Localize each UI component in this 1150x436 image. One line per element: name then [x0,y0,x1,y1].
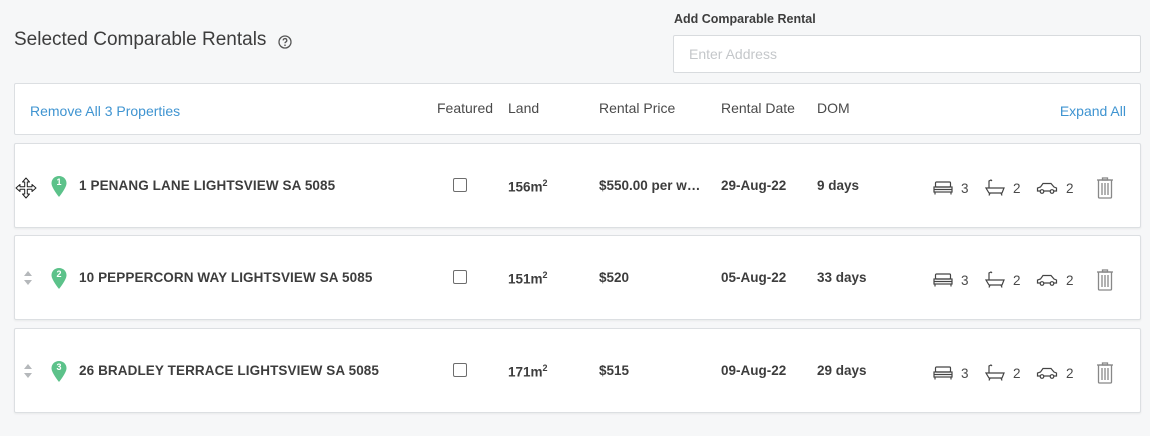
drag-handle-icon[interactable] [22,363,34,379]
car-spaces: 2 [1036,269,1074,291]
column-header-rental-price[interactable]: Rental Price [599,100,675,116]
trash-icon[interactable] [1096,362,1114,384]
map-marker-icon: 3 [50,360,68,384]
trash-icon[interactable] [1096,269,1114,291]
bath-icon [985,271,1005,288]
trash-icon[interactable] [1096,177,1114,199]
bedrooms: 3 [933,269,969,291]
car-spaces: 2 [1036,362,1074,384]
table-row[interactable]: 2 10 PEPPERCORN WAY LIGHTSVIEW SA 5085 1… [14,235,1141,320]
table-header: Remove All 3 Properties Featured Land Re… [14,83,1141,135]
bedrooms: 3 [933,177,969,199]
add-rental-label: Add Comparable Rental [674,12,816,26]
bathrooms: 2 [985,177,1021,199]
table-row[interactable]: 3 26 BRADLEY TERRACE LIGHTSVIEW SA 5085 … [14,328,1141,413]
car-icon [1036,182,1058,194]
table-row[interactable]: 1 1 PENANG LANE LIGHTSVIEW SA 5085 156m2… [14,143,1141,228]
column-header-rental-date[interactable]: Rental Date [721,100,795,116]
column-header-dom[interactable]: DOM [817,100,850,116]
rental-price: $515 [599,363,630,378]
column-header-featured: Featured [437,100,494,116]
page-title-text: Selected Comparable Rentals [14,29,267,50]
move-cursor-icon[interactable] [15,177,37,199]
bedrooms: 3 [933,362,969,384]
property-address[interactable]: 1 PENANG LANE LIGHTSVIEW SA 5085 [79,178,335,193]
land-size: 171m2 [508,363,548,380]
map-marker-icon: 1 [50,175,68,199]
remove-all-link[interactable]: Remove All 3 Properties [30,103,180,119]
featured-checkbox[interactable] [453,270,467,284]
rental-date: 29-Aug-22 [721,178,787,193]
rental-price: $520 [599,270,630,285]
land-size: 151m2 [508,270,548,287]
bed-icon [933,181,953,195]
bath-icon [985,179,1005,196]
days-on-market: 29 days [817,363,867,378]
days-on-market: 9 days [817,178,860,193]
land-size: 156m2 [508,178,548,195]
marker-number: 3 [56,362,62,372]
marker-number: 1 [56,177,62,187]
bath-icon [985,364,1005,381]
car-spaces: 2 [1036,177,1074,199]
rental-price: $550.00 per week [599,178,707,193]
marker-number: 2 [56,269,62,279]
rental-date: 05-Aug-22 [721,270,787,285]
featured-checkbox[interactable] [453,178,467,192]
expand-all-link[interactable]: Expand All [1060,103,1126,119]
property-address[interactable]: 10 PEPPERCORN WAY LIGHTSVIEW SA 5085 [79,270,372,285]
column-header-land[interactable]: Land [508,100,539,116]
car-icon [1036,367,1058,379]
featured-checkbox[interactable] [453,363,467,377]
drag-handle-icon[interactable] [22,270,34,286]
bathrooms: 2 [985,362,1021,384]
question-circle-icon[interactable] [278,33,293,49]
bathrooms: 2 [985,269,1021,291]
page-title: Selected Comparable Rentals [14,29,293,51]
rental-date: 09-Aug-22 [721,363,787,378]
bed-icon [933,273,953,287]
property-address[interactable]: 26 BRADLEY TERRACE LIGHTSVIEW SA 5085 [79,363,379,378]
car-icon [1036,274,1058,286]
days-on-market: 33 days [817,270,867,285]
map-marker-icon: 2 [50,267,68,291]
bed-icon [933,366,953,380]
address-input[interactable] [673,35,1141,73]
